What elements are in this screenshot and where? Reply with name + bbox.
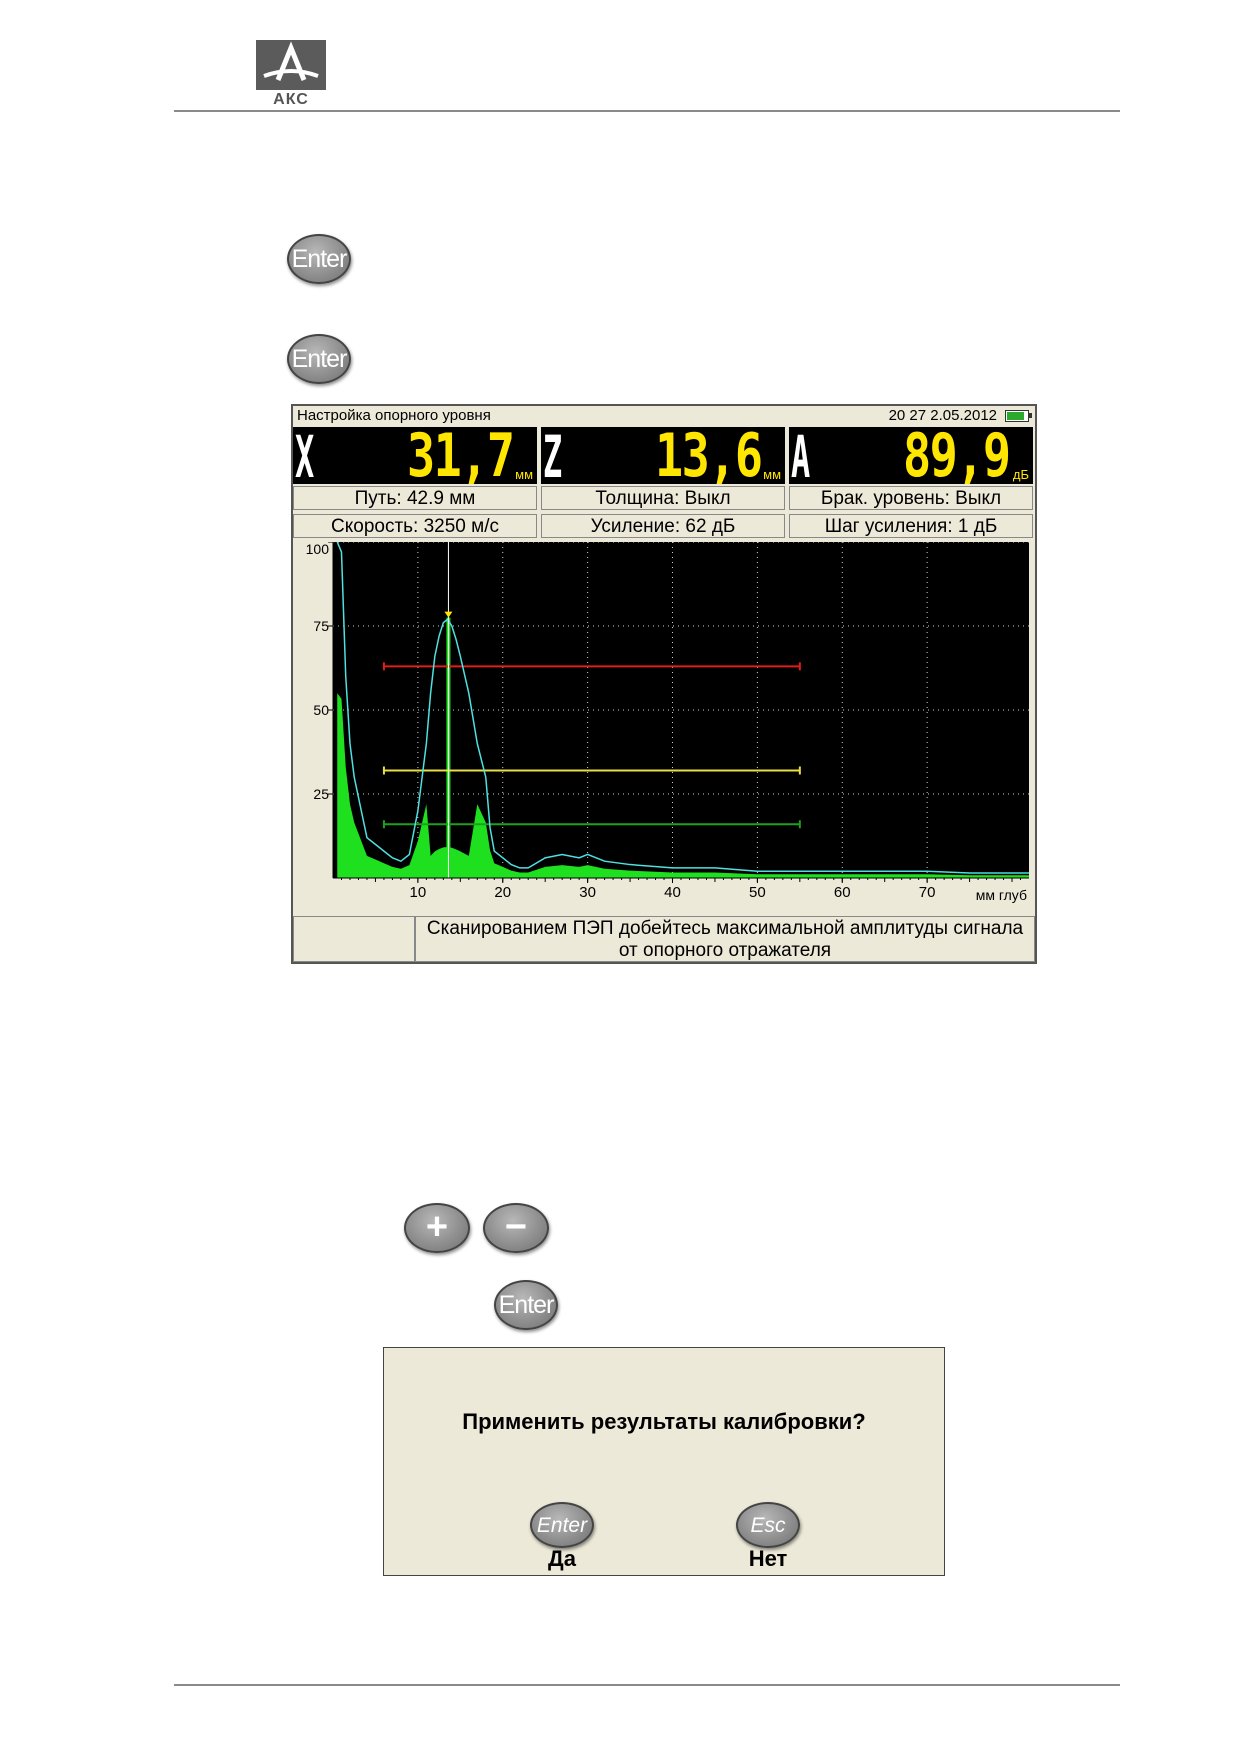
screen-title: Настройка опорного уровня: [297, 407, 491, 424]
y-tick-label: 25: [313, 786, 329, 802]
readout-a: A 89,9 дБ: [789, 427, 1033, 484]
readout-value: 13,6: [654, 427, 763, 484]
y-tick-label: 75: [313, 618, 329, 634]
x-tick-label: 40: [664, 884, 681, 901]
param-gain: Усиление: 62 дБ: [541, 514, 785, 538]
x-tick-label: 70: [919, 884, 936, 901]
no-label: Нет: [748, 1546, 788, 1571]
screen-datetime: 20 27 2.05.2012: [888, 407, 997, 424]
readout-x: X 31,7 мм: [293, 427, 537, 484]
enter-key-icon: Enter: [494, 1280, 558, 1330]
param-reject-level: Брак. уровень: Выкл: [789, 486, 1033, 510]
param-thickness: Толщина: Выкл: [541, 486, 785, 510]
enter-key-icon: Enter: [287, 334, 351, 384]
yes-label: Да: [548, 1546, 576, 1571]
readout-unit: мм: [515, 467, 533, 482]
confirm-dialog: Применить результаты калибровки? Enter Д…: [383, 1347, 945, 1576]
a-scan-chart: 10 20 30 40 50 60 70 100 75 50 25 мм глуб: [297, 542, 1033, 910]
param-speed: Скорость: 3250 м/с: [293, 514, 537, 538]
enter-key-icon[interactable]: Enter: [530, 1502, 594, 1548]
enter-key-icon: Enter: [287, 234, 351, 284]
device-screen: Настройка опорного уровня 20 27 2.05.201…: [291, 404, 1037, 964]
readout-z: Z 13,6 мм: [541, 427, 785, 484]
readout-value: 31,7: [406, 427, 515, 484]
readout-unit: дБ: [1012, 467, 1029, 482]
plot-area: [333, 542, 1029, 878]
status-message: Сканированием ПЭП добейтесь максимальной…: [415, 916, 1035, 962]
x-tick-label: 60: [834, 884, 851, 901]
readout-axis: Z: [543, 427, 563, 484]
battery-icon: [1005, 410, 1032, 422]
readout-axis: A: [791, 427, 811, 484]
esc-key-icon[interactable]: Esc: [736, 1502, 800, 1548]
header-rule: [174, 110, 1120, 112]
logo-text: АКС: [273, 91, 309, 108]
x-tick-label: 10: [410, 884, 427, 901]
x-axis-label: мм глуб: [976, 887, 1027, 903]
x-tick-label: 50: [749, 884, 766, 901]
company-logo: АКС: [256, 40, 326, 110]
y-tick-label: 50: [313, 702, 329, 718]
footer-rule: [174, 1684, 1120, 1686]
readout-unit: мм: [763, 467, 781, 482]
y-tick-label: 100: [306, 542, 330, 557]
readout-axis: X: [295, 427, 315, 484]
param-path: Путь: 42.9 мм: [293, 486, 537, 510]
x-tick-label: 30: [579, 884, 596, 901]
x-tick-label: 20: [494, 884, 511, 901]
logo-mark: [256, 40, 326, 90]
plus-key-icon: +: [404, 1203, 470, 1253]
param-gain-step: Шаг усиления: 1 дБ: [789, 514, 1033, 538]
dialog-question: Применить результаты калибровки?: [462, 1409, 866, 1434]
readout-value: 89,9: [902, 427, 1011, 484]
status-left-cell: [293, 916, 415, 962]
minus-key-icon: −: [483, 1203, 549, 1253]
